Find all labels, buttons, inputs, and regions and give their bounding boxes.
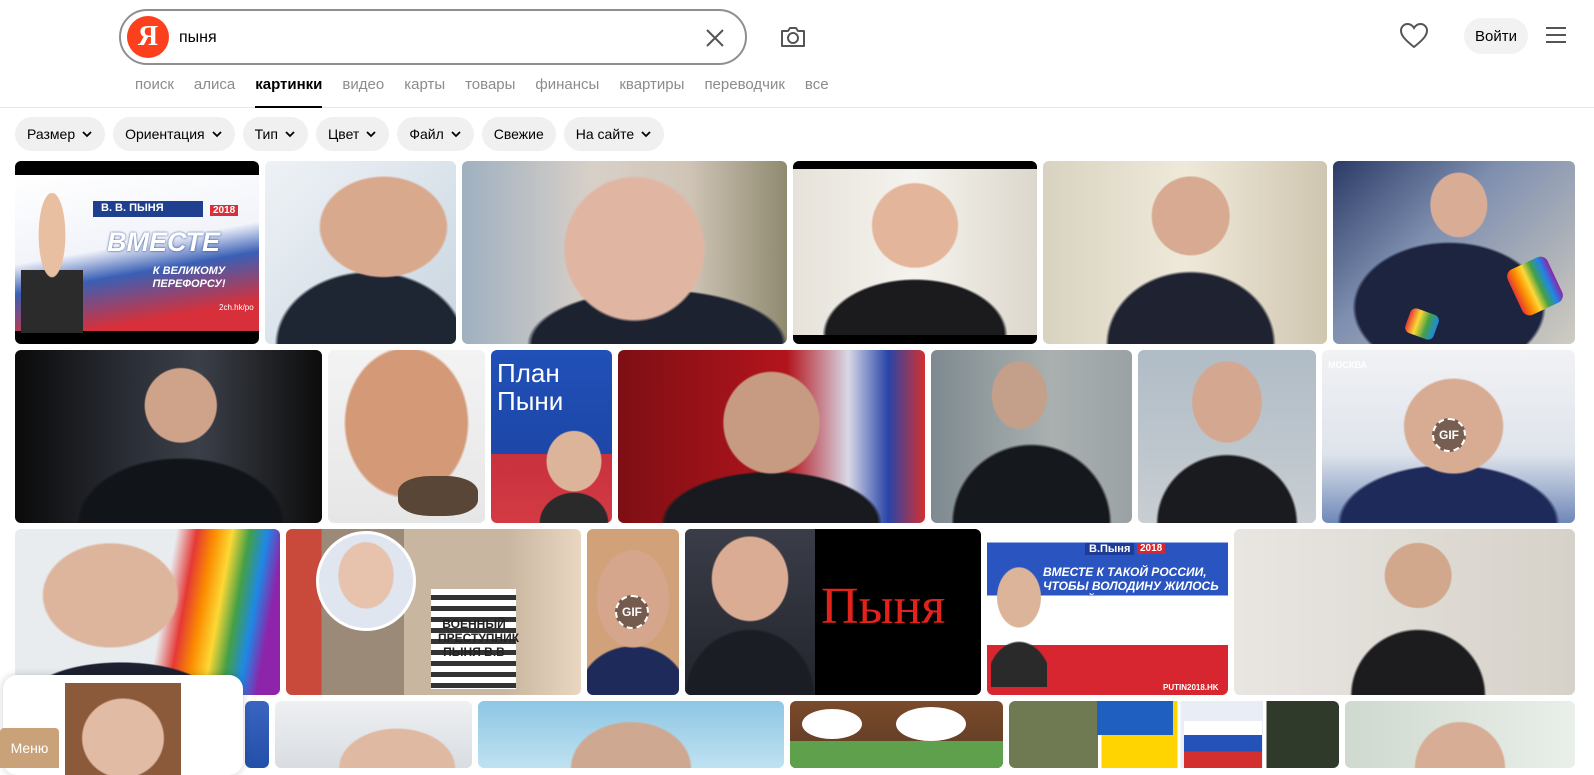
filter-bar: Размер Ориентация Тип Цвет Файл Свежие Н… bbox=[15, 117, 665, 151]
image-result[interactable] bbox=[931, 350, 1132, 523]
image-result[interactable] bbox=[1345, 701, 1575, 768]
search-box: Я bbox=[119, 9, 747, 65]
tab-images[interactable]: картинки bbox=[255, 74, 323, 108]
image-result[interactable]: В. В. ПЫНЯ 2018 ВМЕСТЕ К ВЕЛИКОМУ ПЕРЕФО… bbox=[15, 161, 259, 344]
poster-footer: PUTIN2018.HK bbox=[1163, 683, 1219, 692]
heart-icon[interactable] bbox=[1399, 22, 1429, 50]
filter-label: Тип bbox=[254, 126, 278, 142]
tab-video[interactable]: видео bbox=[342, 74, 384, 108]
image-result[interactable] bbox=[15, 529, 280, 695]
filter-on-site[interactable]: На сайте bbox=[563, 117, 665, 151]
poster-title: Пыни bbox=[497, 386, 564, 416]
poster-title: План bbox=[497, 358, 560, 388]
filter-size[interactable]: Размер bbox=[15, 117, 106, 151]
service-tabs: поиск алиса картинки видео карты товары … bbox=[135, 74, 829, 108]
image-result[interactable] bbox=[328, 350, 485, 523]
tab-realty[interactable]: квартиры bbox=[619, 74, 684, 108]
image-result[interactable]: Пыня bbox=[685, 529, 981, 695]
image-result[interactable]: ВОЕННЫЙ ПРЕСТУПНИК ПЫНЯ В.В bbox=[286, 529, 581, 695]
image-result[interactable] bbox=[1043, 161, 1327, 344]
filter-type[interactable]: Тип bbox=[242, 117, 308, 151]
image-result[interactable] bbox=[1138, 350, 1316, 523]
image-result[interactable] bbox=[478, 701, 784, 768]
image-result[interactable] bbox=[275, 701, 472, 768]
chevron-down-icon bbox=[451, 131, 461, 138]
filter-label: Свежие bbox=[493, 126, 544, 142]
filter-label: Файл bbox=[409, 126, 444, 142]
filter-label: Размер bbox=[27, 126, 76, 142]
close-icon[interactable] bbox=[701, 24, 729, 52]
image-result[interactable]: GIF bbox=[587, 529, 679, 695]
image-result[interactable]: МОСКВА GIF bbox=[1322, 350, 1575, 523]
image-result[interactable] bbox=[462, 161, 787, 344]
filter-fresh[interactable]: Свежие bbox=[481, 117, 556, 151]
yandex-logo[interactable]: Я bbox=[127, 16, 169, 58]
filter-label: Цвет bbox=[327, 126, 360, 142]
poster-credit: 2ch.hk/po bbox=[219, 303, 254, 312]
image-result[interactable] bbox=[1234, 529, 1575, 695]
poster-year: 2018 bbox=[210, 205, 239, 216]
tab-search[interactable]: поиск bbox=[135, 74, 174, 108]
image-result[interactable] bbox=[245, 701, 269, 768]
camera-icon[interactable] bbox=[778, 22, 808, 52]
image-result[interactable] bbox=[790, 701, 1003, 768]
channel-label: МОСКВА bbox=[1328, 360, 1368, 370]
logo-glyph: Я bbox=[137, 21, 159, 52]
image-result[interactable] bbox=[1333, 161, 1575, 344]
image-result[interactable] bbox=[1009, 701, 1339, 768]
filter-color[interactable]: Цвет bbox=[315, 117, 390, 151]
image-result[interactable]: В.Пыня 2018 ВМЕСТЕ К ТАКОЙ РОССИИ, ЧТОБЫ… bbox=[987, 529, 1228, 695]
filter-label: На сайте bbox=[575, 126, 635, 142]
gif-badge: GIF bbox=[1432, 418, 1466, 452]
poster-year: 2018 bbox=[1137, 543, 1166, 554]
menu-button[interactable]: Меню bbox=[0, 728, 59, 768]
poster-subtitle: К ВЕЛИКОМУ ПЕРЕФОРСУ! bbox=[152, 265, 226, 290]
tab-all[interactable]: все bbox=[805, 74, 829, 108]
header: Я Войти поиск алиса картинки видео карты… bbox=[0, 0, 1594, 108]
tab-goods[interactable]: товары bbox=[465, 74, 515, 108]
poster-title: ВМЕСТЕ К ТАКОЙ РОССИИ, ЧТОБЫ ВОЛОДИНУ ЖИ… bbox=[1043, 565, 1219, 607]
image-result[interactable] bbox=[15, 350, 322, 523]
protest-sign: ВОЕННЫЙ ПРЕСТУПНИК ПЫНЯ В.В bbox=[438, 617, 520, 659]
filter-label: Ориентация bbox=[125, 126, 205, 142]
chevron-down-icon bbox=[285, 131, 295, 138]
image-result[interactable] bbox=[618, 350, 925, 523]
filter-orientation[interactable]: Ориентация bbox=[113, 117, 235, 151]
image-result[interactable]: План Пыни bbox=[491, 350, 612, 523]
chevron-down-icon bbox=[366, 131, 376, 138]
search-input[interactable] bbox=[179, 23, 659, 53]
gif-badge: GIF bbox=[615, 595, 649, 629]
burger-menu-icon[interactable] bbox=[1545, 24, 1567, 46]
filter-file[interactable]: Файл bbox=[397, 117, 474, 151]
tab-maps[interactable]: карты bbox=[404, 74, 445, 108]
chevron-down-icon bbox=[82, 131, 92, 138]
menu-preview-image bbox=[65, 683, 181, 775]
poster-title: ВМЕСТЕ bbox=[107, 227, 220, 257]
big-word: Пыня bbox=[821, 578, 946, 635]
chevron-down-icon bbox=[211, 131, 222, 138]
tab-translator[interactable]: переводчик bbox=[704, 74, 784, 108]
login-button[interactable]: Войти bbox=[1464, 18, 1528, 54]
chevron-down-icon bbox=[641, 131, 651, 138]
image-result[interactable] bbox=[793, 161, 1037, 344]
tab-finance[interactable]: финансы bbox=[535, 74, 599, 108]
tab-alice[interactable]: алиса bbox=[194, 74, 235, 108]
poster-header: В. В. ПЫНЯ bbox=[101, 202, 164, 214]
image-result[interactable] bbox=[265, 161, 456, 344]
poster-header: В.Пыня bbox=[1085, 543, 1135, 555]
